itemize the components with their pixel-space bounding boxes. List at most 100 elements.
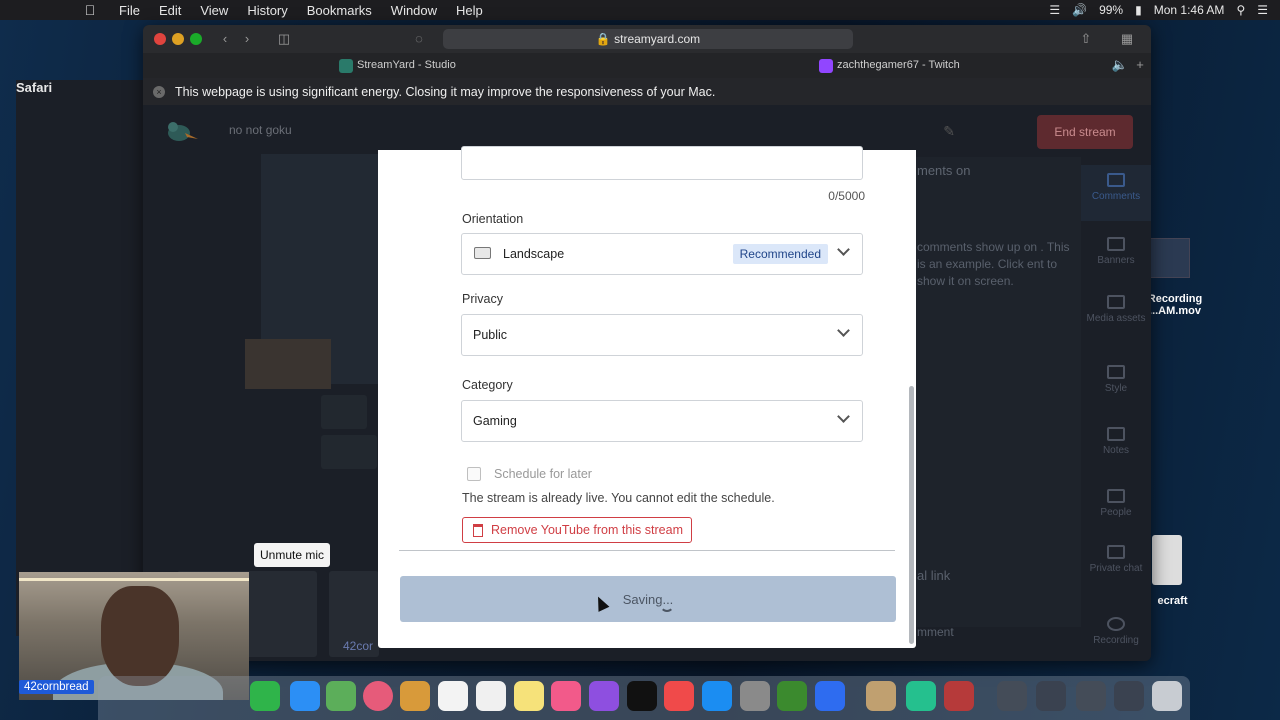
recent-window-thumb[interactable] — [1076, 681, 1106, 711]
share-icon[interactable]: ⇧ — [1075, 30, 1097, 48]
menu-window[interactable]: Window — [391, 3, 437, 18]
back-icon[interactable]: ‹ — [214, 30, 236, 48]
desktop-file-icon[interactable] — [1152, 535, 1182, 585]
chevron-down-icon — [837, 324, 850, 337]
recent-window-thumb[interactable] — [1036, 681, 1066, 711]
desktop-file-thumbnail[interactable] — [1148, 238, 1190, 278]
rail-style[interactable]: Style — [1081, 365, 1151, 394]
battery-percent[interactable]: 99% — [1099, 3, 1123, 17]
remove-youtube-button[interactable]: Remove YouTube from this stream — [462, 517, 692, 543]
rail-media-assets[interactable]: Media assets — [1081, 295, 1151, 324]
zoom-window-button[interactable] — [190, 33, 202, 45]
recording-icon — [1107, 617, 1125, 631]
keychain-icon[interactable] — [866, 681, 896, 711]
description-textarea[interactable] — [461, 146, 863, 180]
menu-bookmarks[interactable]: Bookmarks — [307, 3, 372, 18]
edit-pencil-icon[interactable]: ✎ — [943, 123, 955, 140]
webcam-thumbnail — [245, 339, 331, 389]
end-stream-button[interactable]: End stream — [1037, 115, 1133, 149]
facetime-icon[interactable] — [250, 681, 280, 711]
menu-view[interactable]: View — [200, 3, 228, 18]
stickies-icon[interactable] — [514, 681, 544, 711]
safari-window: ‹ › ◫ ◌ 🔒 streamyard.com ⇧ ▦ StreamYard … — [143, 25, 1151, 661]
system-preferences-icon[interactable] — [740, 681, 770, 711]
orientation-label: Orientation — [462, 212, 524, 226]
tab-streamyard[interactable]: StreamYard - Studio — [339, 53, 456, 78]
address-bar[interactable]: 🔒 streamyard.com — [443, 29, 853, 49]
right-rail: Comments Banners Media assets Style Note… — [1081, 157, 1151, 657]
apple-tv-icon[interactable] — [627, 681, 657, 711]
messages-icon[interactable] — [290, 681, 320, 711]
news-icon[interactable] — [664, 681, 694, 711]
recommended-badge: Recommended — [732, 244, 828, 264]
private-link-label: al link — [917, 568, 951, 583]
menu-edit[interactable]: Edit — [159, 3, 181, 18]
orientation-value: Landscape — [503, 247, 565, 261]
desktop-file-minecraft-label[interactable]: ecraft — [1150, 595, 1195, 607]
calendar-icon[interactable] — [438, 681, 468, 711]
minimize-window-button[interactable] — [172, 33, 184, 45]
recent-window-thumb[interactable] — [1114, 681, 1144, 711]
rail-notes[interactable]: Notes — [1081, 427, 1151, 456]
mute-tab-icon[interactable]: 🔈 — [1109, 56, 1131, 74]
rail-banners[interactable]: Banners — [1081, 237, 1151, 266]
terminal-icon[interactable] — [906, 681, 936, 711]
menubar-clock[interactable]: Mon 1:46 AM — [1154, 3, 1225, 17]
rail-private-chat[interactable]: Private chat — [1081, 545, 1151, 574]
control-center-icon[interactable]: ☰ — [1257, 3, 1268, 17]
palette-icon — [1107, 365, 1125, 379]
modal-scrollbar[interactable] — [909, 386, 914, 644]
twitch-favicon-icon — [819, 58, 833, 73]
forward-icon[interactable]: › — [236, 30, 258, 48]
menu-file[interactable]: File — [119, 3, 140, 18]
comments-help-text: comments show up on . This is an example… — [917, 240, 1070, 288]
modal-divider — [399, 550, 895, 551]
saving-button[interactable]: Saving... — [400, 576, 896, 622]
rail-comments[interactable]: Comments — [1081, 165, 1151, 221]
orientation-select[interactable]: Landscape Recommended — [461, 233, 863, 275]
streamyard-favicon-icon — [339, 58, 353, 73]
minecraft-icon[interactable] — [777, 681, 807, 711]
category-select[interactable]: Gaming — [461, 400, 863, 442]
privacy-label: Privacy — [462, 292, 503, 306]
volume-icon[interactable]: 🔊 — [1072, 3, 1087, 17]
trash-bin-icon[interactable] — [1152, 681, 1182, 711]
app-store-icon[interactable] — [702, 681, 732, 711]
photos-icon[interactable] — [363, 681, 393, 711]
close-window-button[interactable] — [154, 33, 166, 45]
battery-icon[interactable]: ▮ — [1135, 3, 1142, 17]
person-head — [101, 586, 179, 686]
maps-icon[interactable] — [326, 681, 356, 711]
category-value: Gaming — [473, 414, 517, 428]
layout-slot[interactable] — [321, 435, 377, 469]
streamyard-logo-icon — [168, 122, 198, 141]
tab-overview-icon[interactable]: ▦ — [1116, 30, 1138, 48]
notes-app-icon[interactable] — [400, 681, 430, 711]
reminders-icon[interactable] — [476, 681, 506, 711]
chevron-down-icon — [837, 410, 850, 423]
music-icon[interactable] — [551, 681, 581, 711]
tab-twitch[interactable]: zachthegamer67 - Twitch — [819, 53, 960, 78]
participant-name-2: 42cor — [343, 639, 374, 653]
layout-slot[interactable] — [321, 395, 367, 429]
dictionary-icon[interactable] — [944, 681, 974, 711]
wifi-icon[interactable]: ☰ — [1049, 3, 1060, 17]
notes-icon — [1107, 427, 1125, 441]
close-banner-icon[interactable]: × — [153, 85, 165, 98]
rail-recording[interactable]: Recording — [1081, 617, 1151, 646]
spotlight-search-icon[interactable]: ⚲ — [1236, 3, 1245, 17]
comment-input[interactable]: mment — [917, 625, 954, 639]
channel-name[interactable]: no not goku — [229, 123, 292, 137]
menu-help[interactable]: Help — [456, 3, 483, 18]
new-tab-icon[interactable]: + — [1129, 56, 1151, 74]
podcasts-icon[interactable] — [589, 681, 619, 711]
sidebar-icon[interactable]: ◫ — [273, 30, 295, 48]
apple-icon[interactable]:  — [80, 2, 100, 18]
rail-people[interactable]: People — [1081, 489, 1151, 518]
menu-history[interactable]: History — [247, 3, 287, 18]
zoom-app-icon[interactable] — [815, 681, 845, 711]
recent-window-thumb[interactable] — [997, 681, 1027, 711]
schedule-later-checkbox[interactable] — [467, 467, 481, 481]
privacy-shield-icon[interactable]: ◌ — [408, 30, 430, 48]
privacy-select[interactable]: Public — [461, 314, 863, 356]
